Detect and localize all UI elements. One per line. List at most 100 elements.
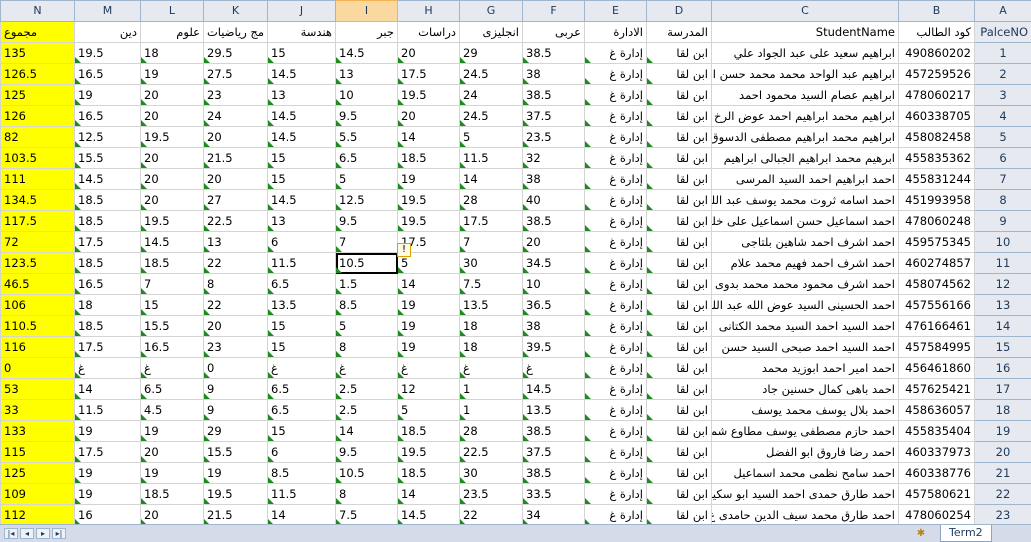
column-header-n[interactable]: N [1,1,75,22]
cell-l[interactable]: 20 [141,190,204,211]
cell-f[interactable]: 39.5 [523,337,585,358]
cell-g[interactable]: 30 [460,253,523,274]
cell-g[interactable]: 1 [460,400,523,421]
cell-m[interactable]: 18.5 [75,316,141,337]
cell-d[interactable]: ابن لقا [647,400,712,421]
cell-c[interactable]: احمد ابراهيم احمد السيد المرسى [712,169,899,190]
cell-d[interactable]: ابن لقا [647,505,712,525]
cell-l[interactable]: 4.5 [141,400,204,421]
cell-d[interactable]: ابن لقا [647,358,712,379]
cell-f[interactable]: 38 [523,64,585,85]
cell-n[interactable]: 126.5 [1,64,75,85]
cell-i[interactable]: 14.5 [336,43,398,64]
cell-l[interactable]: علوم [141,22,204,43]
cell-n[interactable]: 115 [1,442,75,463]
cell-k[interactable]: 21.5 [204,148,268,169]
cell-c[interactable]: احمد اسامه ثروت محمد يوسف عبد الله [712,190,899,211]
cell-n[interactable]: 116 [1,337,75,358]
cell-f[interactable]: 38 [523,169,585,190]
cell-k[interactable]: 8 [204,274,268,295]
cell-n[interactable]: 53 [1,379,75,400]
cell-m[interactable]: 19 [75,463,141,484]
cell-m[interactable]: 17.5 [75,337,141,358]
cell-a[interactable]: 10 [975,232,1031,253]
cell-c[interactable]: احمد طارق محمد سيف الدين حامدى ع [712,505,899,525]
cell-f[interactable]: 38.5 [523,85,585,106]
cell-g[interactable]: 7.5 [460,274,523,295]
cell-f[interactable]: 38 [523,316,585,337]
cell-m[interactable]: 18.5 [75,253,141,274]
cell-k[interactable]: 23 [204,337,268,358]
cell-k[interactable]: 21.5 [204,505,268,525]
cell-l[interactable]: 20 [141,505,204,525]
cell-h[interactable]: دراسات [398,22,460,43]
cell-i[interactable]: 9.5 [336,106,398,127]
cell-b[interactable]: 460338705 [899,106,975,127]
cell-m[interactable]: 16.5 [75,64,141,85]
cell-h[interactable]: 14 [398,274,460,295]
cell-m[interactable]: 17.5 [75,232,141,253]
cell-c[interactable]: احمد رضا فاروق ابو الفضل [712,442,899,463]
cell-m[interactable]: 11.5 [75,400,141,421]
cell-l[interactable]: 18.5 [141,253,204,274]
cell-g[interactable]: 22 [460,505,523,525]
cell-j[interactable]: 13 [268,85,336,106]
cell-i[interactable]: 12.5 [336,190,398,211]
cell-k[interactable]: 19.5 [204,484,268,505]
cell-h[interactable]: 19.5 [398,190,460,211]
cell-j[interactable]: 11.5 [268,484,336,505]
column-header-d[interactable]: D [647,1,712,22]
cell-g[interactable]: 22.5 [460,442,523,463]
column-header-j[interactable]: J [268,1,336,22]
cell-c[interactable]: احمد طارق حمدى احمد السيد ابو سكين [712,484,899,505]
cell-i[interactable]: 1.5 [336,274,398,295]
cell-l[interactable]: 20 [141,148,204,169]
cell-i[interactable]: 6.5 [336,148,398,169]
cell-h[interactable]: غ [398,358,460,379]
cell-b[interactable]: 455835362 [899,148,975,169]
cell-c[interactable]: احمد الحسينى السيد عوض الله عبد الله [712,295,899,316]
cell-d[interactable]: ابن لقا [647,295,712,316]
cell-d[interactable]: ابن لقا [647,337,712,358]
cell-e[interactable]: إدارة غ [585,379,647,400]
cell-d[interactable]: ابن لقا [647,211,712,232]
cell-b[interactable]: 478060217 [899,85,975,106]
first-sheet-icon[interactable]: |◂ [4,528,18,539]
cell-n[interactable]: 134.5 [1,190,75,211]
cell-m[interactable]: 14 [75,379,141,400]
cell-g[interactable]: 30 [460,463,523,484]
cell-i[interactable]: 7.5 [336,505,398,525]
cell-n[interactable]: 133 [1,421,75,442]
cell-l[interactable]: 20 [141,106,204,127]
cell-d[interactable]: ابن لقا [647,463,712,484]
cell-g[interactable]: 28 [460,421,523,442]
insert-sheet-icon[interactable]: ✱ [910,527,932,540]
cell-d[interactable]: ابن لقا [647,190,712,211]
cell-e[interactable]: إدارة غ [585,442,647,463]
cell-g[interactable]: 29 [460,43,523,64]
cell-l[interactable]: 20 [141,85,204,106]
cell-l[interactable]: 20 [141,169,204,190]
cell-h[interactable]: 14 [398,484,460,505]
cell-n[interactable]: 82 [1,127,75,148]
column-header-f[interactable]: F [523,1,585,22]
sheet-tab-term2[interactable]: Term2 [940,525,992,542]
cell-m[interactable]: 12.5 [75,127,141,148]
cell-h[interactable]: 20 [398,106,460,127]
cell-d[interactable]: ابن لقا [647,148,712,169]
cell-g[interactable]: 24.5 [460,106,523,127]
cell-n[interactable]: 126 [1,106,75,127]
column-header-l[interactable]: L [141,1,204,22]
column-header-h[interactable]: H [398,1,460,22]
cell-b[interactable]: 458636057 [899,400,975,421]
cell-k[interactable]: 9 [204,400,268,421]
cell-i[interactable]: جبر [336,22,398,43]
column-header-c[interactable]: C [712,1,899,22]
cell-k[interactable]: 29 [204,421,268,442]
cell-e[interactable]: إدارة غ [585,169,647,190]
cell-g[interactable]: 24 [460,85,523,106]
cell-a[interactable]: 19 [975,421,1031,442]
cell-e[interactable]: إدارة غ [585,316,647,337]
column-header-i[interactable]: I [336,1,398,22]
cell-n[interactable]: 111 [1,169,75,190]
